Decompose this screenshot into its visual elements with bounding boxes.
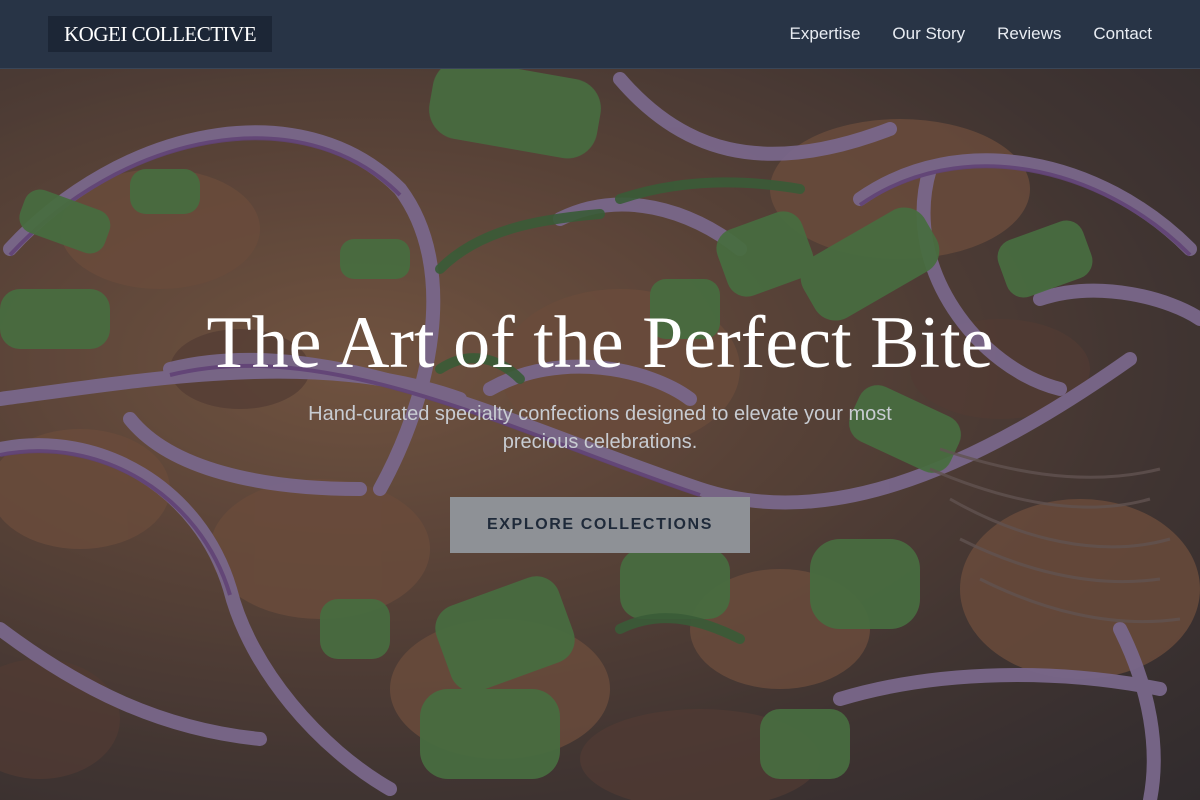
nav-link-reviews[interactable]: Reviews — [997, 24, 1061, 44]
hero-title: The Art of the Perfect Bite — [206, 302, 994, 384]
site-header: KOGEI COLLECTIVE Expertise Our Story Rev… — [0, 0, 1200, 69]
hero-subtitle: Hand-curated specialty confections desig… — [308, 403, 892, 453]
nav-link-our-story[interactable]: Our Story — [892, 24, 965, 44]
nav-link-expertise[interactable]: Expertise — [790, 24, 861, 44]
nav-link-contact[interactable]: Contact — [1093, 24, 1152, 44]
site-logo[interactable]: KOGEI COLLECTIVE — [48, 16, 273, 52]
main-nav: Expertise Our Story Reviews Contact — [790, 24, 1152, 44]
hero-section: The Art of the Perfect Bite Hand-curated… — [0, 69, 1200, 800]
explore-collections-button[interactable]: EXPLORE COLLECTIONS — [450, 497, 750, 553]
